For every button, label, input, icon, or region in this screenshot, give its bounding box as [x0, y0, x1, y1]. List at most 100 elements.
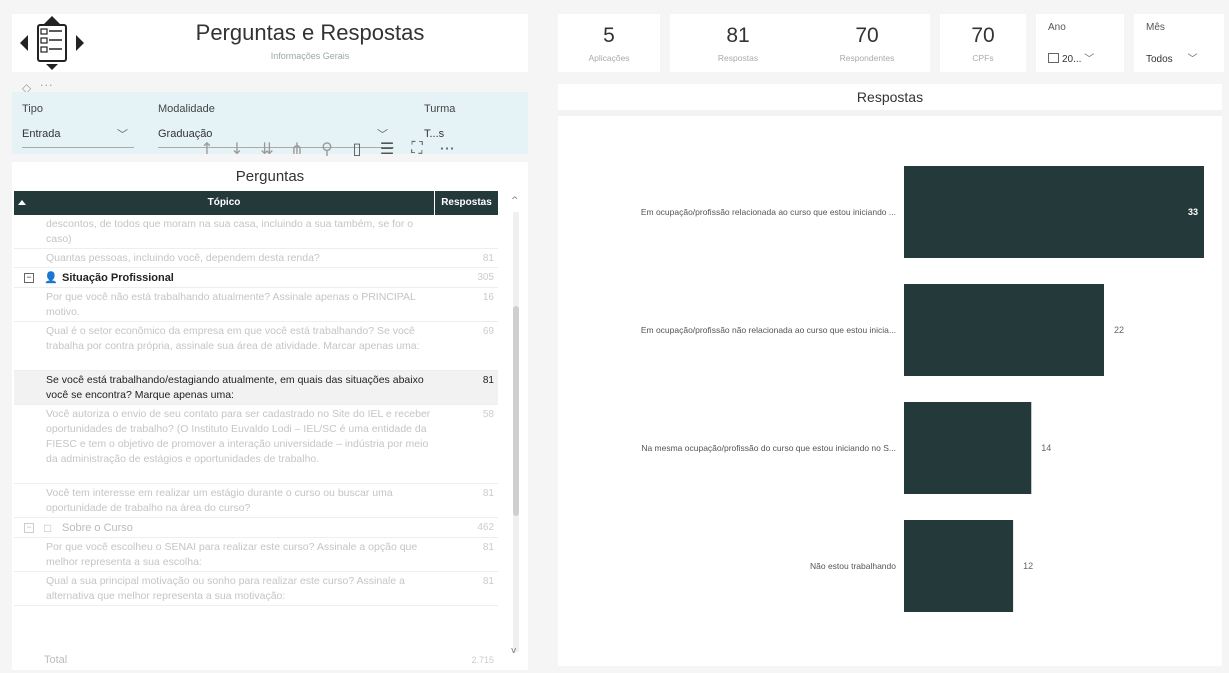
bar[interactable]: [904, 166, 1204, 258]
total-value: 2.715: [471, 655, 494, 665]
table-body: descontos, de todos que moram na sua cas…: [14, 215, 498, 652]
response-count: 58: [482, 409, 494, 420]
category-label: Sobre o Curso: [62, 522, 133, 534]
bar[interactable]: [904, 284, 1104, 376]
kpi-label: Respostas: [717, 53, 759, 63]
question-text: Quantas pessoas, incluindo você, depende…: [46, 252, 320, 264]
question-text: Você autoriza o envio de seu contato par…: [46, 408, 431, 465]
question-text: Por que você escolheu o SENAI para reali…: [46, 541, 418, 568]
table-row[interactable]: Qual é o setor econômico da empresa em q…: [14, 322, 498, 371]
kpi-label: CPFs: [972, 53, 994, 63]
visual-toolbar: ↑ ↓ ⇊ ⋔ ⚲ ▯ ☰ ⛶ ···: [192, 136, 528, 160]
chevron-down-icon: ﹀: [1084, 54, 1095, 65]
slicer-label-mes: Mês: [1146, 22, 1165, 33]
kpi-value: 81: [726, 24, 750, 47]
scroll-down-icon[interactable]: v: [511, 646, 516, 656]
sort-up-icon[interactable]: ↑: [192, 139, 222, 158]
table-row[interactable]: descontos, de todos que moram na sua cas…: [14, 215, 498, 249]
response-count: 16: [482, 292, 494, 303]
collapse-icon[interactable]: −: [24, 273, 34, 283]
category-label: Em ocupação/profissão não relacionada ao…: [641, 325, 896, 335]
table-header: Tópico Respostas: [14, 191, 498, 215]
question-text: Por que você não está trabalhando atualm…: [46, 291, 416, 318]
filter-value-tipo: Entrada: [22, 128, 61, 140]
table-scrollbar[interactable]: ^ v: [510, 194, 522, 660]
copy-icon[interactable]: ▯: [342, 139, 372, 158]
table-category-row[interactable]: − 👤 Situação Profissional 305: [14, 268, 498, 288]
kpi-aplicacoes: 5 Aplicações: [558, 14, 660, 72]
more-options-icon[interactable]: ···: [432, 139, 462, 158]
scroll-up-icon[interactable]: ^: [511, 196, 519, 206]
kpi-respostas: 81 Respostas: [670, 14, 806, 72]
slicer-value-text: 20...: [1062, 54, 1082, 65]
question-text: Você tem interesse em realizar um estági…: [46, 487, 393, 514]
response-count: 81: [482, 576, 494, 587]
drill-down-icon[interactable]: ⇊: [252, 139, 282, 158]
page-title: Perguntas e Respostas: [195, 20, 425, 45]
total-label: Total: [44, 654, 68, 666]
chevron-down-icon: ﹀: [1187, 54, 1198, 65]
table-row[interactable]: Por que você escolheu o SENAI para reali…: [14, 538, 498, 572]
response-count: 81: [482, 253, 494, 264]
kpi-label: Respondentes: [839, 53, 895, 63]
responses-bar-chart: Em ocupação/profissão relacionada ao cur…: [641, 166, 1204, 612]
expand-hierarchy-icon[interactable]: ⋔: [282, 139, 312, 158]
table-row[interactable]: Por que você não está trabalhando atualm…: [14, 288, 498, 322]
question-text: descontos, de todos que moram na sua cas…: [46, 218, 414, 245]
response-count: 81: [482, 375, 494, 386]
response-count: 81: [482, 488, 494, 499]
data-label: 14: [1041, 443, 1051, 453]
category-label: Na mesma ocupação/profissão do curso que…: [641, 443, 896, 453]
more-options-icon[interactable]: ···: [40, 79, 54, 92]
table-row[interactable]: Qual a sua principal motivação ou sonho …: [14, 572, 498, 606]
filter-label-tipo: Tipo: [22, 103, 43, 115]
sort-down-icon[interactable]: ↓: [222, 139, 252, 158]
page-subtitle: Informações Gerais: [270, 51, 350, 61]
question-text: Qual a sua principal motivação ou sonho …: [46, 575, 405, 602]
book-icon: □: [44, 521, 52, 535]
data-label: 33: [1188, 207, 1198, 217]
category-label: Não estou trabalhando: [810, 561, 896, 571]
filter-icon[interactable]: ☰: [372, 139, 402, 158]
question-text: Qual é o setor econômico da empresa em q…: [46, 325, 420, 352]
slicer-mes[interactable]: Mês Todos ﹀: [1134, 14, 1224, 72]
table-total-row: Total 2.715: [14, 652, 498, 670]
scroll-thumb[interactable]: [513, 306, 519, 516]
response-count: 305: [477, 272, 494, 283]
category-label: Situação Profissional: [62, 272, 174, 284]
slicer-value-mes[interactable]: Todos ﹀: [1146, 50, 1197, 65]
column-header-topico[interactable]: Tópico: [14, 197, 434, 208]
collapse-icon[interactable]: −: [24, 523, 34, 533]
focus-mode-icon[interactable]: ⛶: [402, 138, 432, 158]
table-category-row[interactable]: − □ Sobre o Curso 462: [14, 518, 498, 538]
table-row[interactable]: Você tem interesse em realizar um estági…: [14, 484, 498, 518]
column-header-respostas[interactable]: Respostas: [434, 191, 498, 215]
slicer-value-ano[interactable]: 20... ﹀: [1048, 50, 1094, 65]
response-count: 69: [482, 326, 494, 337]
filter-select-tipo[interactable]: Entrada ﹀: [22, 124, 134, 148]
chart-title-band: [558, 110, 1222, 116]
slicer-label-ano: Ano: [1048, 22, 1066, 33]
table-row[interactable]: Quantas pessoas, incluindo você, depende…: [14, 249, 498, 268]
kpi-value: 70: [855, 24, 879, 47]
slicer-value-text: Todos: [1146, 54, 1173, 65]
bar[interactable]: [904, 520, 1014, 612]
kpi-cpfs: 70 CPFs: [940, 14, 1026, 72]
pin-icon[interactable]: ⚲: [312, 139, 342, 158]
data-label: 22: [1114, 325, 1124, 335]
filter-label-modalidade: Modalidade: [158, 103, 215, 115]
slicer-ano[interactable]: Ano 20... ﹀: [1036, 14, 1124, 72]
chevron-down-icon: ﹀: [117, 129, 128, 141]
table-row[interactable]: Você autoriza o envio de seu contato par…: [14, 405, 498, 484]
filter-label-turma: Turma: [424, 103, 456, 115]
bar[interactable]: [904, 402, 1032, 494]
kpi-label: Aplicações: [588, 53, 630, 63]
kpi-value: 5: [603, 24, 615, 47]
calendar-icon: [1048, 53, 1059, 64]
kpi-respondentes: 70 Respondentes: [804, 14, 930, 72]
table-row[interactable]: Se você está trabalhando/estagiando atua…: [14, 371, 498, 405]
question-text: Se você está trabalhando/estagiando atua…: [46, 374, 424, 401]
data-label: 12: [1023, 561, 1033, 571]
response-count: 462: [477, 522, 494, 533]
chart-title: Respostas: [856, 89, 924, 105]
